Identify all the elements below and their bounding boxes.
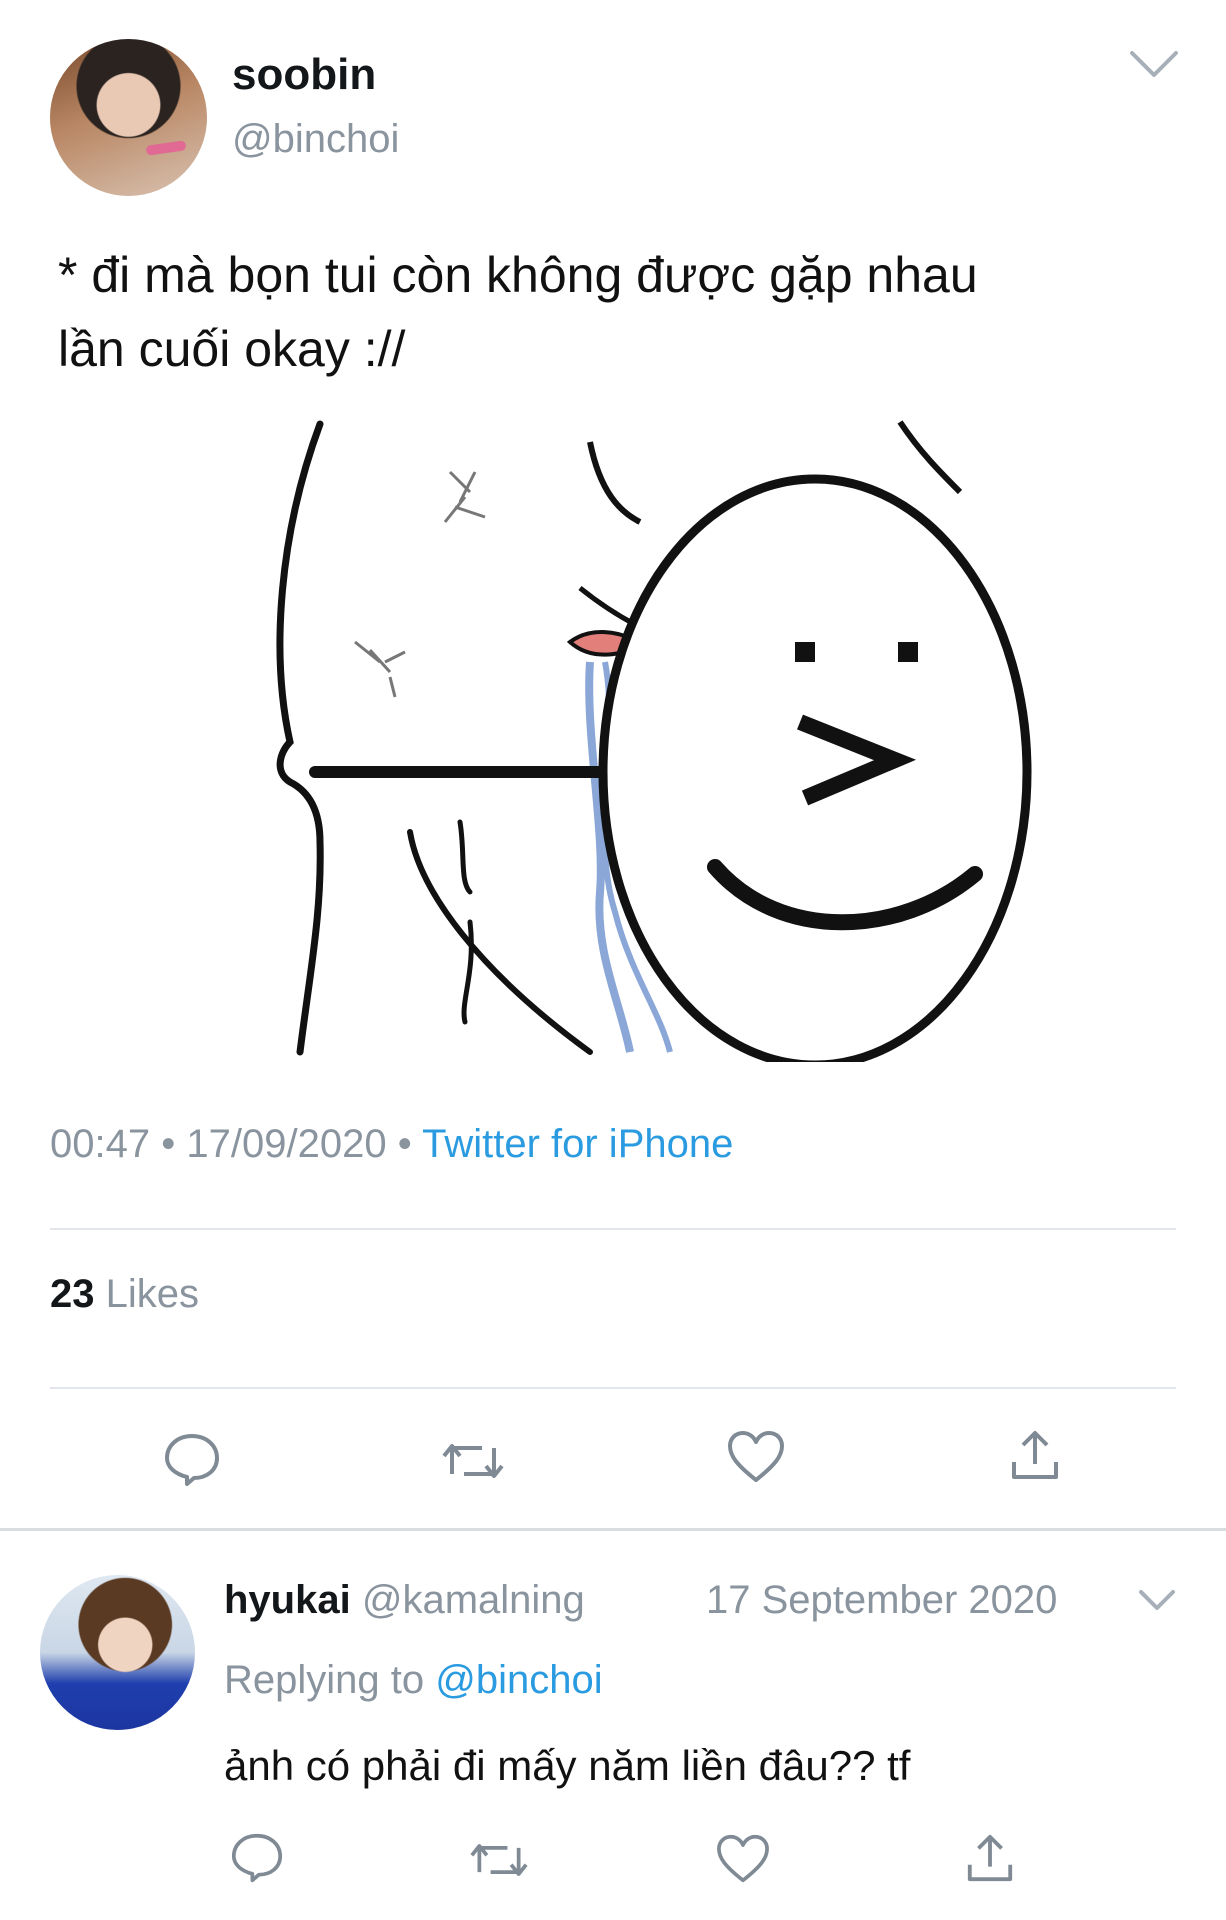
author-display-name[interactable]: soobin — [232, 50, 376, 100]
tweet-time: 00:47 — [50, 1122, 151, 1166]
replying-to-handle[interactable]: @binchoi — [435, 1658, 602, 1702]
likes-label: Likes — [105, 1272, 200, 1316]
share-icon[interactable] — [1008, 1428, 1062, 1482]
tweet-image[interactable] — [260, 412, 1110, 1070]
reply-header: hyukai @kamalning — [224, 1578, 585, 1623]
chevron-down-icon[interactable] — [1138, 1588, 1176, 1612]
speech-bubble-icon[interactable] — [230, 1832, 284, 1884]
tweet-date: 17/09/2020 — [186, 1122, 387, 1166]
reply-display-name[interactable]: hyukai — [224, 1578, 351, 1622]
retweet-icon[interactable] — [470, 1838, 528, 1882]
heart-icon[interactable] — [716, 1834, 770, 1884]
tweet-text-line-1: * đi mà bọn tui còn không được gặp nhau — [58, 247, 978, 303]
likes-summary[interactable]: 23 Likes — [50, 1272, 199, 1317]
author-handle[interactable]: @binchoi — [232, 117, 399, 162]
divider — [50, 1228, 1176, 1230]
reply-author-avatar[interactable] — [40, 1575, 195, 1730]
tweet-text-line-2: lần cuối okay :// — [58, 321, 406, 377]
chevron-down-icon[interactable] — [1128, 48, 1180, 80]
reply-date: 17 September 2020 — [706, 1578, 1058, 1622]
meta-separator: • — [397, 1122, 412, 1166]
retweet-icon[interactable] — [442, 1438, 504, 1484]
likes-count: 23 — [50, 1272, 95, 1316]
reply-handle[interactable]: @kamalning — [362, 1578, 585, 1622]
divider — [50, 1387, 1176, 1389]
replying-to-line: Replying to @binchoi — [224, 1658, 603, 1703]
author-avatar[interactable] — [50, 39, 207, 196]
toothbrush-detail — [145, 140, 187, 156]
tweet-text: * đi mà bọn tui còn không được gặp nhau … — [58, 238, 1108, 386]
meme-drawing — [276, 420, 1032, 1070]
thread-separator — [0, 1528, 1226, 1531]
meta-separator: • — [161, 1122, 176, 1166]
tweet-meta: 00:47 • 17/09/2020 • Twitter for iPhone — [50, 1122, 733, 1167]
reply-text: ảnh có phải đi mấy năm liền đâu?? tf — [224, 1742, 911, 1789]
heart-icon[interactable] — [727, 1430, 785, 1484]
speech-bubble-icon[interactable] — [163, 1432, 221, 1488]
share-icon[interactable] — [964, 1832, 1016, 1884]
replying-to-prefix: Replying to — [224, 1658, 425, 1702]
tweet-source-link[interactable]: Twitter for iPhone — [422, 1122, 733, 1166]
